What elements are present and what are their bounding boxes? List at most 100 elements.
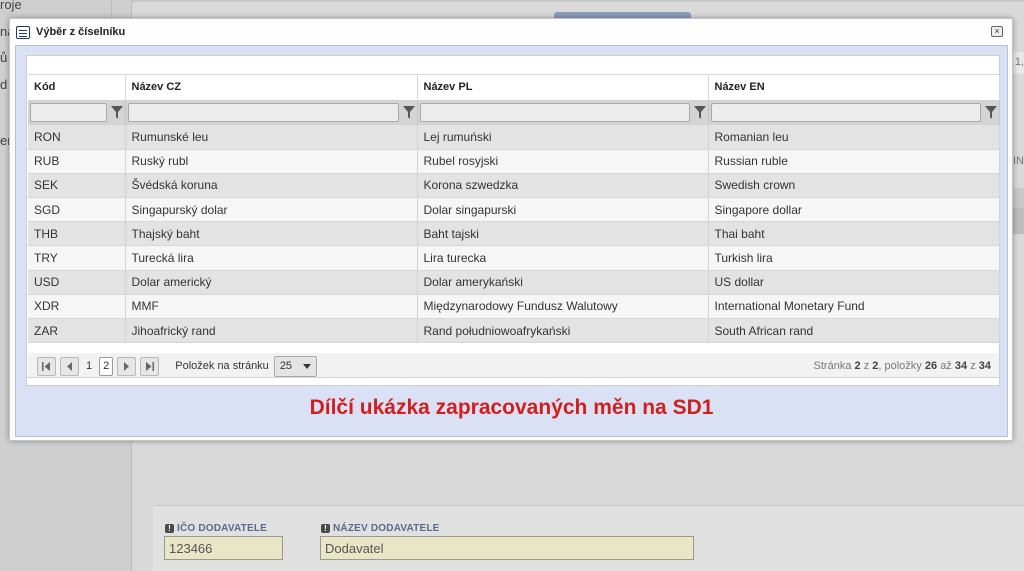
filter-icon[interactable] <box>984 105 997 120</box>
table-row[interactable]: ZAR Jihoafrický rand Rand południowoafry… <box>28 318 1000 344</box>
cell-name-pl: Rubel rosyjski <box>417 149 709 174</box>
filter-icon[interactable] <box>693 105 706 120</box>
cell-name-cz: Švédská koruna <box>125 173 418 199</box>
cell-name-cz: Thajský baht <box>125 221 418 247</box>
annotation-note: Dílčí ukázka zapracovaných měn na SD1 <box>309 396 714 419</box>
filter-input-name-pl[interactable] <box>419 103 690 123</box>
cell-name-en: International Monetary Fund <box>708 294 1000 320</box>
close-button[interactable]: × <box>991 26 1003 37</box>
cell-code: TRY <box>28 245 126 271</box>
supplier-name-field[interactable]: Dodavatel <box>320 536 694 560</box>
grid-toolbar <box>27 56 999 75</box>
filter-input-name-en[interactable] <box>710 103 981 123</box>
background-top-line <box>132 0 1024 2</box>
cell-code: SEK <box>28 173 126 199</box>
filter-icon[interactable] <box>110 105 123 120</box>
cell-name-en: Swedish crown <box>708 173 1000 199</box>
cell-name-en: Thai baht <box>708 221 1000 247</box>
dialog-header: Výběr z číselníku × <box>10 19 1012 45</box>
cell-name-cz: Dolar americký <box>125 270 418 295</box>
column-header-name-en[interactable]: Název EN <box>708 75 1000 101</box>
pager-info-text: z <box>863 360 870 372</box>
filter-cell-name-cz <box>125 100 418 125</box>
table-row[interactable]: USD Dolar americký Dolar amerykański US … <box>28 270 1000 295</box>
first-page-button[interactable] <box>37 356 56 376</box>
page-number-current[interactable]: 2 <box>99 356 114 376</box>
dialog-body: Kód Název CZ Název PL Název EN RON Rumun… <box>15 45 1008 437</box>
cell-name-pl: Rand południowoafrykański <box>417 318 709 344</box>
background-text-fragment: 1, <box>1014 56 1024 68</box>
last-page-icon <box>146 361 155 371</box>
filter-input-name-cz[interactable] <box>127 103 399 123</box>
ico-field-label: ! IČO DODAVATELE <box>165 523 267 534</box>
grid-footer <box>27 377 999 385</box>
cell-name-cz: Singapurský dolar <box>125 197 418 223</box>
previous-page-button[interactable] <box>60 356 79 376</box>
cell-code: ZAR <box>28 318 126 344</box>
required-icon: ! <box>165 524 174 533</box>
pager-info-text: , položky <box>878 360 922 372</box>
cell-name-cz: Turecká lira <box>125 245 418 271</box>
codelist-dialog: Výběr z číselníku × Kód Název CZ Název P… <box>9 18 1013 441</box>
table-row[interactable]: SGD Singapurský dolar Dolar singapurski … <box>28 197 1000 223</box>
cell-code: RON <box>28 125 126 150</box>
cell-code: THB <box>28 221 126 247</box>
pager-info-text: až <box>940 360 952 372</box>
chevron-down-icon <box>302 363 311 369</box>
table-row[interactable]: RON Rumunské leu Lej rumuński Romanian l… <box>28 125 1000 150</box>
cell-code: XDR <box>28 294 126 320</box>
cell-code: SGD <box>28 197 126 223</box>
currency-table: Kód Název CZ Název PL Název EN RON Rumun… <box>28 75 1000 344</box>
background-text-fragment: IN <box>1013 155 1024 167</box>
page-number[interactable]: 1 <box>83 360 95 372</box>
cell-name-en: US dollar <box>708 270 1000 295</box>
cell-name-pl: Baht tajski <box>417 221 709 247</box>
window-list-icon <box>16 25 30 39</box>
pager-info: Stránka 2 z 2, položky 26 až 34 z 34 <box>814 360 991 372</box>
cell-name-cz: MMF <box>125 294 418 320</box>
table-row[interactable]: XDR MMF Międzynarodowy Fundusz Walutowy … <box>28 294 1000 320</box>
sidebar-text-fragment: ů <box>0 50 8 65</box>
cell-name-pl: Międzynarodowy Fundusz Walutowy <box>417 294 709 320</box>
cell-name-pl: Lira turecka <box>417 245 709 271</box>
column-header-name-pl[interactable]: Název PL <box>417 75 709 101</box>
filter-cell-code <box>28 100 126 125</box>
last-page-button[interactable] <box>140 356 160 376</box>
background-right-strip <box>1013 188 1024 208</box>
cell-name-en: Romanian leu <box>708 125 1000 150</box>
column-header-code[interactable]: Kód <box>28 75 126 101</box>
table-row[interactable]: RUB Ruský rubl Rubel rosyjski Russian ru… <box>28 149 1000 174</box>
cell-name-en: Russian ruble <box>708 149 1000 174</box>
cell-name-cz: Jihoafrický rand <box>125 318 418 344</box>
pager-info-to: 34 <box>954 360 968 372</box>
pager-info-page: 2 <box>854 360 861 372</box>
currency-grid: Kód Název CZ Název PL Název EN RON Rumun… <box>26 55 1000 386</box>
table-row[interactable]: TRY Turecká lira Lira turecka Turkish li… <box>28 245 1000 271</box>
ico-field[interactable]: 123466 <box>164 536 283 560</box>
next-page-icon <box>124 361 130 371</box>
cell-name-pl: Dolar singapurski <box>417 197 709 223</box>
items-per-page-value: 25 <box>279 360 293 372</box>
filter-input-code[interactable] <box>30 103 107 123</box>
filter-cell-name-en <box>708 100 1000 125</box>
cell-name-pl: Lej rumuński <box>417 125 709 150</box>
column-header-name-cz[interactable]: Název CZ <box>125 75 418 101</box>
cell-name-cz: Rumunské leu <box>125 125 418 150</box>
filter-icon[interactable] <box>402 105 415 120</box>
items-per-page-select[interactable]: 25 <box>273 355 317 377</box>
supplier-name-field-label: ! NÁZEV DODAVATELE <box>321 523 440 534</box>
cell-name-pl: Dolar amerykański <box>417 270 709 295</box>
sidebar-text-fragment: d <box>0 77 8 92</box>
table-row[interactable]: THB Thajský baht Baht tajski Thai baht <box>28 221 1000 247</box>
next-page-button[interactable] <box>117 356 137 376</box>
pager-info-total: 34 <box>978 360 991 372</box>
first-page-icon <box>42 361 50 371</box>
supplier-name-label-text: NÁZEV DODAVATELE <box>333 523 440 534</box>
pager-info-from: 26 <box>924 360 938 372</box>
filter-cell-name-pl <box>417 100 709 125</box>
table-row[interactable]: SEK Švédská koruna Korona szwedzka Swedi… <box>28 173 1000 199</box>
items-per-page-label: Položek na stránku <box>175 360 269 372</box>
cell-name-en: Singapore dollar <box>708 197 1000 223</box>
required-icon: ! <box>321 524 330 533</box>
cell-name-cz: Ruský rubl <box>125 149 418 174</box>
